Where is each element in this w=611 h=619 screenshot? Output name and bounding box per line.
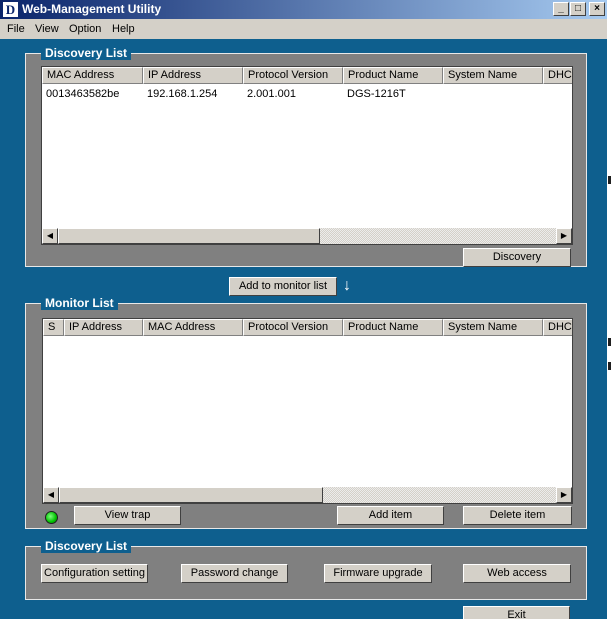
dlink-logo-icon: D — [3, 2, 18, 17]
scroll-left-icon[interactable]: ◀ — [43, 487, 59, 503]
discovery-list-table[interactable]: MAC Address IP Address Protocol Version … — [41, 66, 573, 245]
configuration-setting-button[interactable]: Configuration setting — [41, 564, 148, 583]
minimize-button[interactable]: _ — [553, 2, 569, 16]
column-product-name[interactable]: Product Name — [343, 319, 443, 336]
add-to-monitor-list-button[interactable]: Add to monitor list — [229, 277, 337, 296]
column-system-name[interactable]: System Name — [443, 319, 543, 336]
column-protocol-version[interactable]: Protocol Version — [243, 319, 343, 336]
delete-item-button[interactable]: Delete item — [463, 506, 572, 525]
maximize-button[interactable]: □ — [570, 2, 586, 16]
column-ip-address[interactable]: IP Address — [143, 67, 243, 84]
discovery-list-title: Discovery List — [41, 46, 132, 60]
web-access-button[interactable]: Web access — [463, 564, 571, 583]
desktop-edge — [607, 0, 611, 619]
scroll-track[interactable] — [323, 487, 556, 503]
actions-group-title: Discovery List — [41, 539, 132, 553]
column-dhcp[interactable]: DHCP — [543, 319, 572, 336]
add-item-button[interactable]: Add item — [337, 506, 444, 525]
close-button[interactable]: × — [589, 2, 605, 16]
arrow-down-icon: ↓ — [343, 277, 351, 294]
view-trap-button[interactable]: View trap — [74, 506, 181, 525]
password-change-button[interactable]: Password change — [181, 564, 288, 583]
scroll-thumb[interactable] — [59, 487, 323, 503]
menu-help[interactable]: Help — [112, 23, 135, 35]
menu-bar: File View Option Help — [0, 19, 607, 39]
column-status[interactable]: S — [43, 319, 64, 336]
status-led-icon — [45, 511, 58, 524]
scroll-left-icon[interactable]: ◀ — [42, 228, 58, 244]
app-window: D Web-Management Utility _ □ × File View… — [0, 0, 607, 619]
monitor-list-group: Monitor List S IP Address MAC Address Pr… — [25, 296, 587, 529]
column-dhcp[interactable]: DHCP — [543, 67, 572, 84]
column-system-name[interactable]: System Name — [443, 67, 543, 84]
actions-group: Discovery List Configuration setting Pas… — [25, 539, 587, 600]
monitor-horizontal-scrollbar[interactable]: ◀ ▶ — [43, 487, 572, 503]
main-content: Discovery List MAC Address IP Address Pr… — [0, 39, 607, 619]
column-ip-address[interactable]: IP Address — [64, 319, 143, 336]
cell-product-name: DGS-1216T — [347, 88, 406, 100]
column-mac-address[interactable]: MAC Address — [143, 319, 243, 336]
discovery-button[interactable]: Discovery — [463, 248, 571, 267]
monitor-list-title: Monitor List — [41, 296, 118, 310]
title-bar[interactable]: D Web-Management Utility _ □ × — [0, 0, 607, 19]
discovery-horizontal-scrollbar[interactable]: ◀ ▶ — [42, 228, 572, 244]
cell-protocol-version: 2.001.001 — [247, 88, 296, 100]
firmware-upgrade-button[interactable]: Firmware upgrade — [324, 564, 432, 583]
monitor-list-table[interactable]: S IP Address MAC Address Protocol Versio… — [42, 318, 573, 504]
scroll-track[interactable] — [320, 228, 556, 244]
menu-option[interactable]: Option — [69, 23, 101, 35]
cell-ip-address: 192.168.1.254 — [147, 88, 218, 100]
scroll-thumb[interactable] — [58, 228, 320, 244]
scroll-right-icon[interactable]: ▶ — [556, 487, 572, 503]
window-title: Web-Management Utility — [22, 2, 162, 16]
exit-button[interactable]: Exit — [463, 606, 570, 619]
discovery-list-group: Discovery List MAC Address IP Address Pr… — [25, 46, 587, 267]
column-product-name[interactable]: Product Name — [343, 67, 443, 84]
scroll-right-icon[interactable]: ▶ — [556, 228, 572, 244]
menu-view[interactable]: View — [35, 23, 59, 35]
column-mac-address[interactable]: MAC Address — [42, 67, 143, 84]
column-protocol-version[interactable]: Protocol Version — [243, 67, 343, 84]
menu-file[interactable]: File — [7, 23, 25, 35]
cell-mac-address: 0013463582be — [46, 88, 120, 100]
